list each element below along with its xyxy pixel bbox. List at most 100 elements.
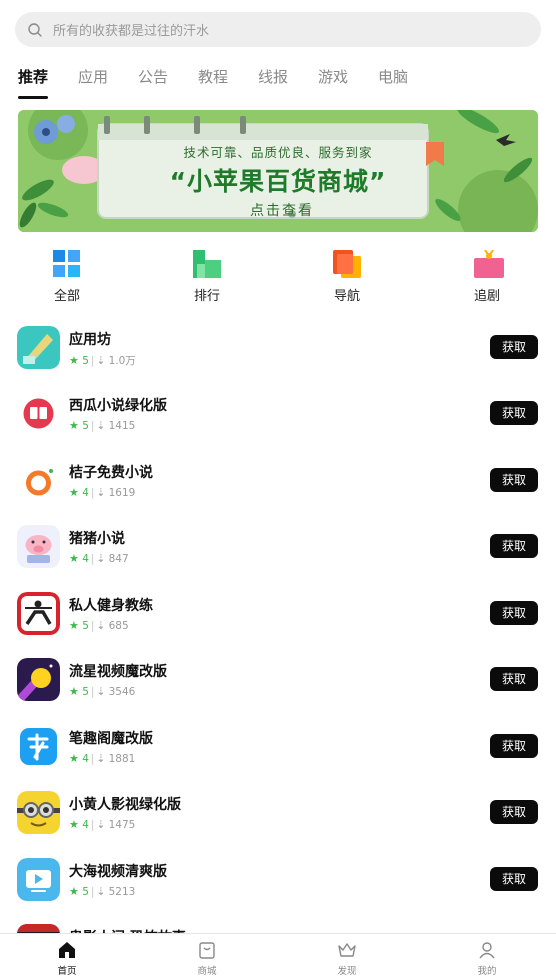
tab-apps[interactable]: 应用: [78, 66, 108, 87]
list-item[interactable]: 笔趣阁魔改版 ★ 4 | ⇣ 1881 获取: [0, 713, 556, 779]
list-item[interactable]: 私人健身教练 ★ 5 | ⇣ 685 获取: [0, 580, 556, 646]
download-icon: ⇣: [96, 753, 106, 765]
star-icon: ★: [69, 354, 79, 367]
app-meta: ★ 5 | ⇣ 3546: [69, 685, 136, 698]
tab-deals[interactable]: 线报: [258, 66, 288, 87]
category-tabs: 推荐 应用 公告 教程 线报 游戏 电脑: [0, 62, 556, 102]
app-meta: ★ 5 | ⇣ 5213: [69, 885, 136, 898]
orange-ring-icon: [17, 459, 60, 502]
tab-recommend[interactable]: 推荐: [18, 66, 48, 87]
app-name: 桔子免费小说: [69, 465, 153, 481]
list-item[interactable]: 猪猪小说 ★ 4 | ⇣ 847 获取: [0, 513, 556, 579]
star-icon: ★: [69, 486, 79, 499]
download-icon: ⇣: [96, 686, 106, 698]
app-meta: ★ 5 | ⇣ 1.0万: [69, 354, 136, 367]
download-icon: ⇣: [96, 420, 106, 432]
get-button[interactable]: 获取: [490, 601, 538, 625]
app-name: 西瓜小说绿化版: [69, 398, 167, 414]
category-ranking[interactable]: 排行: [167, 248, 247, 304]
app-meta: ★ 5 | ⇣ 685: [69, 619, 129, 632]
user-icon: [479, 942, 495, 959]
get-button[interactable]: 获取: [490, 534, 538, 558]
category-navigation[interactable]: 导航: [307, 248, 387, 304]
fitness-icon: [17, 592, 60, 635]
app-shop-icon: [17, 326, 60, 369]
app-name: 大海视频清爽版: [69, 864, 167, 880]
app-meta: ★ 5 | ⇣ 1415: [69, 419, 136, 432]
download-icon: ⇣: [96, 620, 106, 632]
nav-store[interactable]: 商城: [177, 940, 237, 977]
app-meta: ★ 4 | ⇣ 1475: [69, 818, 136, 831]
category-label: 全部: [53, 289, 80, 304]
list-item[interactable]: 应用坊 ★ 5 | ⇣ 1.0万 获取: [0, 314, 556, 380]
navigation-icon: [333, 250, 361, 278]
category-all[interactable]: 全部: [27, 248, 107, 304]
quick-categories: 全部 排行 导航 追剧: [0, 248, 556, 308]
get-button[interactable]: 获取: [490, 335, 538, 359]
list-item[interactable]: 流星视频魔改版 ★ 5 | ⇣ 3546 获取: [0, 646, 556, 712]
get-button[interactable]: 获取: [490, 867, 538, 891]
star-icon: ★: [69, 885, 79, 898]
store-icon: [199, 942, 215, 959]
get-button[interactable]: 获取: [490, 800, 538, 824]
get-button[interactable]: 获取: [490, 667, 538, 691]
tab-announcements[interactable]: 公告: [138, 66, 168, 87]
search-bar[interactable]: 所有的收获都是过往的汗水: [15, 12, 541, 47]
download-icon: ⇣: [96, 819, 106, 831]
download-icon: ⇣: [96, 487, 106, 499]
active-tab-indicator: [18, 96, 48, 99]
category-label: 排行: [193, 289, 220, 304]
tab-pc[interactable]: 电脑: [378, 66, 408, 87]
category-tv[interactable]: 追剧: [447, 248, 527, 304]
meteor-icon: [17, 658, 60, 701]
banner-subtitle: 技术可靠、品质优良、服务到家: [183, 145, 373, 160]
banner-cta[interactable]: 点击查看: [250, 200, 314, 220]
list-item[interactable]: 小黄人影视绿化版 ★ 4 | ⇣ 1475 获取: [0, 779, 556, 845]
star-icon: ★: [69, 818, 79, 831]
book-icon: [17, 392, 60, 435]
star-icon: ★: [69, 552, 79, 565]
app-meta: ★ 4 | ⇣ 1881: [69, 752, 136, 765]
get-button[interactable]: 获取: [490, 734, 538, 758]
nav-home[interactable]: 首页: [37, 940, 97, 977]
star-icon: ★: [69, 419, 79, 432]
app-meta: ★ 4 | ⇣ 1619: [69, 486, 136, 499]
list-item[interactable]: 大海视频清爽版 ★ 5 | ⇣ 5213 获取: [0, 846, 556, 912]
category-label: 追剧: [473, 289, 500, 304]
get-button[interactable]: 获取: [490, 401, 538, 425]
app-meta: ★ 4 | ⇣ 847: [69, 552, 129, 565]
crown-icon: [338, 943, 356, 957]
nav-label: 我的: [477, 966, 497, 977]
promo-banner[interactable]: 技术可靠、品质优良、服务到家 “小苹果百货商城” 点击查看: [18, 110, 538, 232]
category-label: 导航: [333, 289, 360, 304]
download-icon: ⇣: [96, 886, 106, 898]
list-item[interactable]: 桔子免费小说 ★ 4 | ⇣ 1619 获取: [0, 447, 556, 513]
star-icon: ★: [69, 619, 79, 632]
search-icon: [28, 22, 42, 37]
star-icon: ★: [69, 752, 79, 765]
app-name: 流星视频魔改版: [69, 664, 167, 680]
app-name: 私人健身教练: [69, 598, 153, 614]
tab-tutorials[interactable]: 教程: [198, 66, 228, 87]
pen-icon: [17, 725, 60, 768]
nav-label: 商城: [197, 966, 217, 977]
nav-label: 首页: [57, 966, 77, 977]
tv-icon: [473, 249, 504, 278]
nav-discover[interactable]: 发现: [317, 940, 377, 977]
app-name: 应用坊: [69, 332, 111, 348]
search-input[interactable]: 所有的收获都是过往的汗水: [53, 20, 209, 39]
nav-label: 发现: [337, 966, 357, 977]
ranking-icon: [193, 250, 221, 278]
bottom-navigation: 首页 商城 发现 我的: [0, 933, 556, 979]
tab-games[interactable]: 游戏: [318, 66, 348, 87]
list-item[interactable]: 西瓜小说绿化版 ★ 5 | ⇣ 1415 获取: [0, 380, 556, 446]
download-icon: ⇣: [96, 355, 106, 367]
nav-profile[interactable]: 我的: [457, 940, 517, 977]
app-name: 小黄人影视绿化版: [69, 797, 181, 813]
banner-title: “小苹果百货商城”: [169, 167, 387, 196]
grid-icon: [53, 250, 81, 278]
star-icon: ★: [69, 685, 79, 698]
pig-icon: [17, 525, 60, 568]
get-button[interactable]: 获取: [490, 468, 538, 492]
app-name: 笔趣阁魔改版: [69, 731, 153, 747]
